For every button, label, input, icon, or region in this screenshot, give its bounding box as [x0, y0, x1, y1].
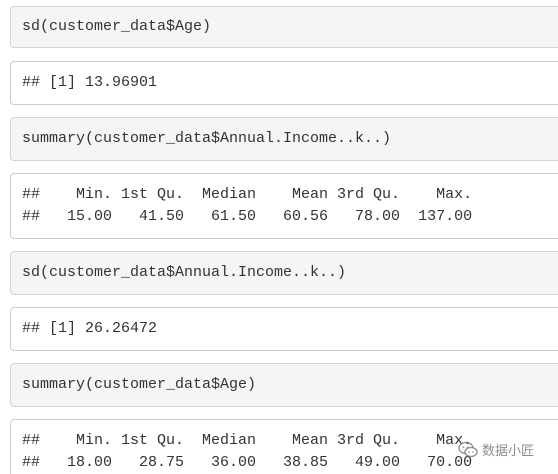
code-line: sd(customer_data$Annual.Income..k..): [22, 264, 347, 281]
code-line: summary(customer_data$Annual.Income..k..…: [22, 130, 392, 147]
code-block-summary-income: summary(customer_data$Annual.Income..k..…: [10, 117, 558, 161]
output-block-sd-age: ## [1] 13.96901: [10, 61, 558, 105]
output-line: ## Min. 1st Qu. Median Mean 3rd Qu. Max.: [22, 186, 482, 203]
code-block-sd-age: sd(customer_data$Age): [10, 6, 558, 48]
output-line: ## [1] 13.96901: [22, 74, 158, 91]
output-line: ## 15.00 41.50 61.50 60.56 78.00 137.00: [22, 208, 482, 225]
output-line: ## [1] 26.26472: [22, 320, 158, 337]
code-line: summary(customer_data$Age): [22, 376, 257, 393]
code-block-sd-income: sd(customer_data$Annual.Income..k..): [10, 251, 558, 295]
watermark-text: 数据小匠: [482, 444, 535, 459]
code-line: sd(customer_data$Age): [22, 18, 212, 35]
output-block-sd-income: ## [1] 26.26472: [10, 307, 558, 351]
chat-bubble-icon: [458, 441, 478, 459]
watermark: 数据小匠: [458, 440, 534, 459]
code-block-summary-age: summary(customer_data$Age): [10, 363, 558, 407]
output-block-summary-income: ## Min. 1st Qu. Median Mean 3rd Qu. Max.…: [10, 173, 558, 239]
